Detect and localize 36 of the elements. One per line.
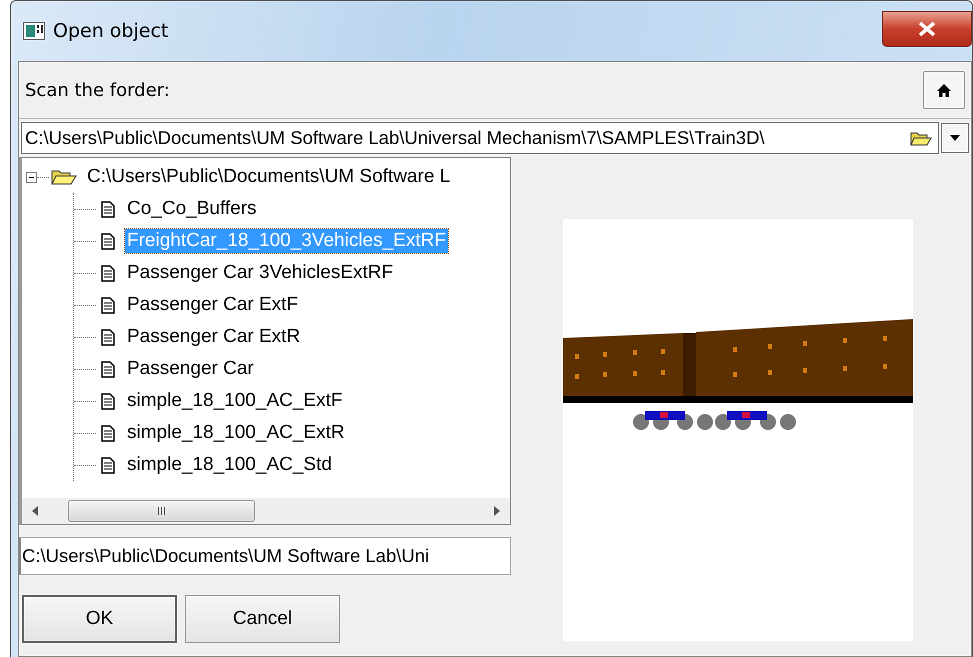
document-icon: [101, 232, 115, 250]
tree-item[interactable]: C:\Users\Public\Documents\UM Software L: [85, 165, 452, 189]
document-icon: [101, 328, 115, 346]
horizontal-scrollbar[interactable]: [22, 498, 510, 524]
document-icon: [101, 264, 115, 282]
open-folder-icon: [51, 168, 77, 186]
document-icon: [101, 392, 115, 410]
tree-item[interactable]: Passenger Car ExtF: [125, 293, 300, 317]
app-icon: [23, 22, 45, 40]
tree-item[interactable]: Co_Co_Buffers: [125, 197, 259, 221]
document-icon: [101, 200, 115, 218]
tree-item[interactable]: simple_18_100_AC_ExtF: [125, 389, 344, 413]
file-path-field[interactable]: C:\Users\Public\Documents\UM Software Lab\Uni: [19, 537, 511, 575]
tree-item[interactable]: simple_18_100_AC_ExtR: [125, 421, 347, 445]
tree-item[interactable]: Passenger Car 3VehiclesExtRF: [125, 261, 396, 285]
cancel-button[interactable]: Cancel: [185, 595, 340, 643]
close-button[interactable]: [882, 11, 972, 47]
scan-folder-label: Scan the forder:: [25, 80, 170, 100]
document-icon: [101, 296, 115, 314]
folder-path-combo[interactable]: C:\Users\Public\Documents\UM Software Lab\Universal Mechanism\7\SAMPLES\Train3D\: [21, 122, 939, 154]
caret-icon: [950, 135, 960, 141]
tree-item[interactable]: Passenger Car: [125, 357, 256, 381]
window-title: Open object: [53, 20, 168, 42]
home-button[interactable]: [923, 71, 965, 109]
tree-item[interactable]: Passenger Car ExtR: [125, 325, 302, 349]
ok-button[interactable]: OK: [22, 595, 177, 643]
home-icon: [937, 84, 951, 96]
dropdown-button[interactable]: [941, 123, 969, 153]
document-icon: [101, 424, 115, 442]
document-icon: [101, 456, 115, 474]
tree-item[interactable]: simple_18_100_AC_Std: [125, 453, 334, 477]
collapse-toggle[interactable]: [26, 172, 37, 182]
left-arrow-icon: [32, 506, 38, 516]
close-icon: [917, 21, 937, 37]
document-icon: [101, 360, 115, 378]
right-arrow-icon: [494, 506, 500, 516]
